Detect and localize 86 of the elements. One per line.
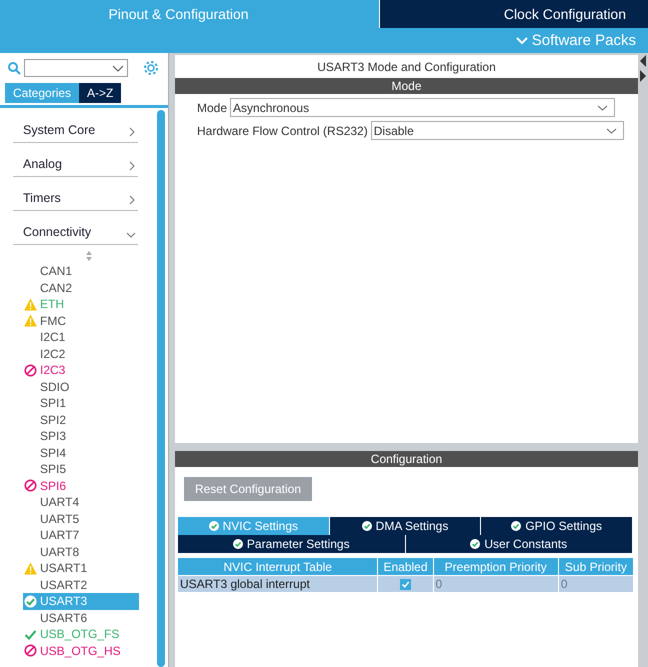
peripheral-label: UART4	[40, 495, 80, 510]
peripheral-item[interactable]: SPI2	[23, 412, 139, 428]
table-cell: 0	[433, 576, 558, 592]
peripheral-item[interactable]: USB_OTG_HS	[23, 642, 139, 659]
peripheral-label: SPI2	[40, 412, 66, 427]
category-item[interactable]: Connectivity	[13, 211, 138, 245]
column-header: Preemption Priority	[433, 558, 558, 576]
peripheral-item[interactable]: USART6	[23, 610, 139, 626]
column-header: Sub Priority	[558, 558, 634, 576]
peripheral-label: SPI1	[40, 396, 66, 410]
peripheral-item[interactable]: UART8	[23, 544, 139, 560]
peripheral-label: SPI6	[40, 478, 66, 493]
peripheral-item[interactable]: CAN1	[23, 263, 139, 280]
peripheral-item[interactable]: UART7	[23, 527, 139, 544]
peripheral-item[interactable]: FMC	[23, 312, 139, 329]
check-circle-icon	[362, 521, 372, 531]
peripheral-item[interactable]: CAN2	[23, 280, 139, 296]
peripheral-label: SPI3	[40, 429, 66, 444]
peripheral-label: ETH	[40, 297, 64, 312]
peripheral-item[interactable]: SPI6	[23, 478, 139, 494]
peripheral-label: USART1	[40, 561, 88, 576]
peripheral-item[interactable]: UART5	[23, 510, 139, 527]
peripheral-item[interactable]: USART1	[23, 560, 139, 576]
peripheral-item[interactable]: SPI5	[23, 461, 139, 478]
collapse-arrows-icon	[639, 55, 647, 82]
category-item[interactable]: Timers	[13, 177, 138, 211]
peripheral-label: UART8	[40, 544, 80, 559]
sort-icon	[84, 251, 92, 261]
checkbox[interactable]	[400, 578, 411, 590]
check-circle-icon	[232, 539, 243, 549]
settings-tab[interactable]: User Constants	[406, 535, 633, 553]
peripheral-label: I2C1	[40, 330, 66, 344]
peripheral-item[interactable]: SPI4	[23, 444, 139, 461]
settings-tab[interactable]: Parameter Settings	[178, 535, 406, 553]
peripheral-label: USB_OTG_FS	[40, 627, 120, 642]
peripheral-label: SPI5	[40, 462, 66, 476]
peripheral-item[interactable]: I2C1	[23, 329, 139, 346]
peripheral-label: USART3	[40, 594, 88, 608]
peripheral-item[interactable]: SPI3	[23, 428, 139, 444]
top-tab[interactable]: Clock Configuration	[380, 0, 648, 28]
peripheral-label: I2C3	[40, 363, 66, 378]
peripheral-item[interactable]: I2C2	[23, 346, 139, 362]
panel-title: USART3 Mode and Configuration	[316, 59, 497, 76]
peripheral-label: FMC	[40, 314, 66, 328]
peripheral-label: USB_OTG_HS	[40, 644, 121, 658]
category-item[interactable]: System Core	[13, 110, 138, 143]
column-header: Enabled	[378, 558, 434, 576]
table-cell: 0	[558, 576, 634, 592]
dropdown-field[interactable]: Asynchronous	[230, 98, 616, 117]
peripheral-item[interactable]: SPI1	[23, 395, 139, 412]
settings-tab[interactable]: GPIO Settings	[481, 517, 634, 535]
peripheral-item[interactable]: SDIO	[23, 378, 139, 395]
peripheral-label: USART6	[40, 610, 88, 625]
section-header: Mode	[175, 78, 638, 94]
settings-tab[interactable]: DMA Settings	[330, 517, 482, 535]
search-icon	[8, 62, 21, 74]
peripheral-label: UART5	[40, 512, 80, 526]
peripheral-item[interactable]: USART2	[23, 576, 139, 593]
section-header: Configuration	[175, 451, 638, 467]
column-header: NVIC Interrupt Table	[178, 558, 378, 576]
dropdown-caret-icon	[112, 64, 124, 72]
search-field[interactable]	[24, 59, 128, 77]
peripheral-label: USART2	[40, 578, 88, 592]
check-circle-icon	[511, 521, 522, 531]
settings-icon	[143, 60, 159, 76]
peripheral-label: CAN2	[40, 280, 72, 295]
peripheral-label: UART7	[40, 528, 80, 542]
field-label: Hardware Flow Control (RS232)	[197, 124, 368, 138]
peripheral-label: SDIO	[40, 380, 70, 394]
checkmark-icon	[400, 578, 411, 590]
peripheral-label: SPI4	[40, 446, 66, 460]
view-tab[interactable]: A->Z	[79, 83, 122, 103]
peripheral-label: CAN1	[40, 264, 72, 278]
dropdown-caret-icon	[606, 128, 617, 134]
dropdown-field[interactable]: Disable	[370, 121, 624, 140]
check-circle-icon	[208, 521, 219, 531]
dropdown-caret-icon	[597, 104, 608, 110]
chevron-down-icon	[516, 36, 528, 45]
peripheral-item[interactable]: I2C3	[23, 362, 139, 378]
scrollbar[interactable]	[157, 110, 165, 667]
category-item[interactable]: Analog	[13, 143, 138, 177]
check-circle-icon	[470, 539, 480, 549]
peripheral-label: I2C2	[40, 346, 66, 361]
peripheral-item[interactable]: UART4	[23, 494, 139, 510]
table-cell: USART3 global interrupt	[178, 576, 378, 592]
field-label: Mode	[197, 100, 228, 114]
